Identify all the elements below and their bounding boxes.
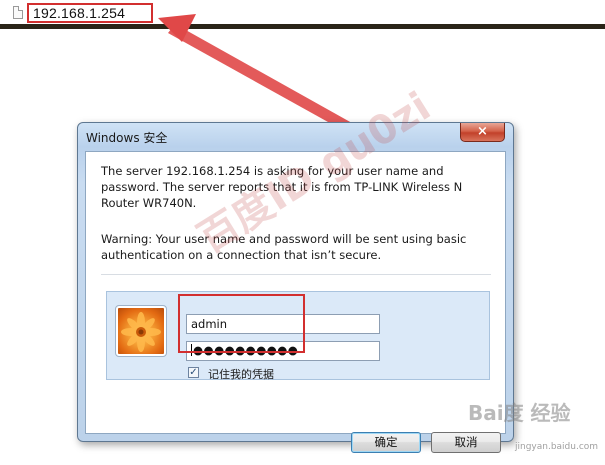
remember-label: 记住我的凭据 bbox=[208, 368, 274, 381]
cancel-button[interactable]: 取消 bbox=[431, 432, 501, 453]
user-avatar-flower-icon bbox=[115, 305, 167, 357]
close-button[interactable]: × bbox=[460, 123, 505, 142]
credentials-highlight-box bbox=[178, 294, 305, 353]
server-message: The server 192.168.1.254 is asking for y… bbox=[101, 164, 463, 210]
baidu-jingyan-url: jingyan.baidu.com bbox=[515, 442, 599, 452]
close-icon: × bbox=[477, 124, 488, 139]
ok-button[interactable]: 确定 bbox=[351, 432, 421, 453]
dialog-footer: 确定 取消 bbox=[93, 414, 514, 462]
security-warning: Warning: Your user name and password wil… bbox=[101, 232, 467, 262]
remember-checkbox[interactable]: ✓ bbox=[188, 367, 199, 378]
windows-security-dialog: Windows 安全 × The server 192.168.1.254 is… bbox=[77, 122, 514, 453]
separator bbox=[101, 274, 491, 275]
dialog-title: Windows 安全 bbox=[86, 131, 168, 145]
baidu-jingyan-logo: Bai度 经验 bbox=[468, 401, 571, 425]
dialog-body: The server 192.168.1.254 is asking for y… bbox=[85, 151, 506, 453]
